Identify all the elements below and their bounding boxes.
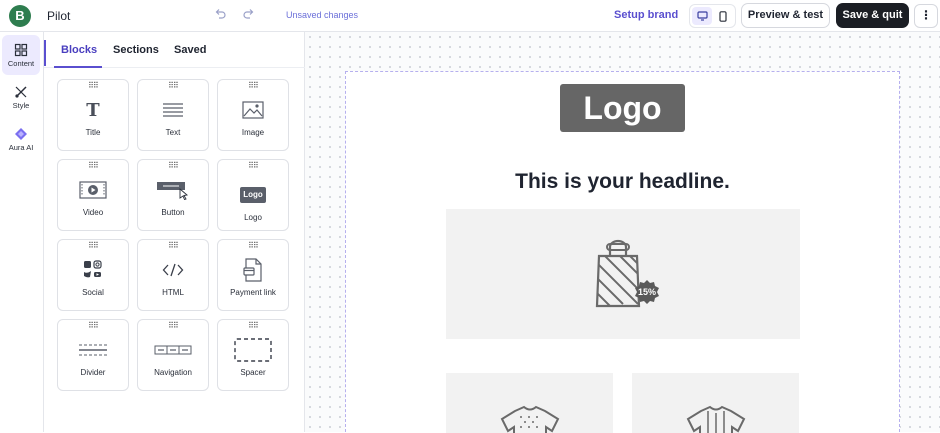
email-preview[interactable]: Logo This is your headline. 15% xyxy=(345,71,900,433)
brush-icon xyxy=(15,86,27,98)
logo-icon: Logo xyxy=(218,182,288,208)
drag-handle-icon[interactable]: ⠿⠿ xyxy=(248,322,259,330)
mobile-view-button[interactable] xyxy=(713,7,733,25)
text-icon xyxy=(138,97,208,123)
redo-icon[interactable] xyxy=(241,8,257,24)
block-navigation[interactable]: ⠿⠿ Navigation xyxy=(137,319,209,391)
shopping-bag-icon: 15% xyxy=(595,239,659,308)
rail-label: Style xyxy=(12,101,30,110)
rail-item-content[interactable]: Content xyxy=(2,35,40,75)
tshirt-icon xyxy=(500,405,559,433)
image-icon xyxy=(218,97,288,123)
tab-sections[interactable]: Sections xyxy=(113,44,159,56)
desktop-view-button[interactable] xyxy=(692,7,713,25)
block-text[interactable]: ⠿⠿ Text xyxy=(137,79,209,151)
video-icon xyxy=(58,177,128,203)
blocks-panel: Blocks Sections Saved ⠿⠿ T Title ⠿⠿ Text… xyxy=(44,32,305,432)
product-image-2[interactable] xyxy=(632,373,799,433)
app-name: Pilot xyxy=(47,9,71,23)
device-toggle xyxy=(689,4,736,28)
rail-label: Aura AI xyxy=(8,143,34,152)
navigation-icon xyxy=(138,337,208,363)
diamond-icon xyxy=(15,128,27,140)
code-icon xyxy=(138,257,208,283)
drag-handle-icon[interactable]: ⠿⠿ xyxy=(168,82,179,90)
block-html[interactable]: ⠿⠿ HTML xyxy=(137,239,209,311)
tab-blocks[interactable]: Blocks xyxy=(61,44,97,56)
social-icon xyxy=(58,257,128,283)
tshirt-icon xyxy=(686,405,745,433)
more-options-button[interactable]: ⋮ xyxy=(914,4,938,28)
left-rail: Content Style Aura AI xyxy=(0,32,44,432)
block-social[interactable]: ⠿⠿ Social xyxy=(57,239,129,311)
block-divider[interactable]: ⠿⠿ Divider xyxy=(57,319,129,391)
mobile-icon xyxy=(719,10,727,22)
drag-handle-icon[interactable]: ⠿⠿ xyxy=(88,242,99,250)
drag-handle-icon[interactable]: ⠿⠿ xyxy=(88,322,99,330)
drag-handle-icon[interactable]: ⠿⠿ xyxy=(248,242,259,250)
discount-badge: 15% xyxy=(638,287,656,297)
block-logo[interactable]: ⠿⠿ Logo Logo xyxy=(217,159,289,231)
drag-handle-icon[interactable]: ⠿⠿ xyxy=(168,242,179,250)
rail-label: Content xyxy=(7,59,35,68)
grid-icon xyxy=(14,43,28,57)
rail-item-style[interactable]: Style xyxy=(2,77,40,117)
title-icon: T xyxy=(86,99,100,121)
button-icon xyxy=(138,177,208,203)
desktop-icon xyxy=(697,11,708,21)
save-status: Unsaved changes xyxy=(286,10,359,20)
spacer-icon xyxy=(218,337,288,363)
tab-saved[interactable]: Saved xyxy=(174,44,206,56)
block-spacer[interactable]: ⠿⠿ Spacer xyxy=(217,319,289,391)
editor-canvas[interactable]: Logo This is your headline. 15% xyxy=(305,32,940,433)
rail-item-aura-ai[interactable]: Aura AI xyxy=(2,119,40,159)
drag-handle-icon[interactable]: ⠿⠿ xyxy=(168,162,179,170)
drag-handle-icon[interactable]: ⠿⠿ xyxy=(248,82,259,90)
hero-image[interactable]: 15% xyxy=(446,209,800,339)
undo-icon[interactable] xyxy=(212,8,228,24)
top-bar: B Pilot Unsaved changes Setup brand Prev… xyxy=(0,0,940,32)
block-button[interactable]: ⠿⠿ Button xyxy=(137,159,209,231)
drag-handle-icon[interactable]: ⠿⠿ xyxy=(248,162,259,170)
product-image-1[interactable] xyxy=(446,373,613,433)
block-title[interactable]: ⠿⠿ T Title xyxy=(57,79,129,151)
brand-logo[interactable]: B xyxy=(9,5,31,27)
drag-handle-icon[interactable]: ⠿⠿ xyxy=(168,322,179,330)
drag-handle-icon[interactable]: ⠿⠿ xyxy=(88,82,99,90)
setup-brand-link[interactable]: Setup brand xyxy=(614,9,678,21)
block-payment-link[interactable]: ⠿⠿ Payment link xyxy=(217,239,289,311)
drag-handle-icon[interactable]: ⠿⠿ xyxy=(88,162,99,170)
payment-link-icon xyxy=(218,257,288,283)
block-video[interactable]: ⠿⠿ Video xyxy=(57,159,129,231)
block-image[interactable]: ⠿⠿ Image xyxy=(217,79,289,151)
email-headline[interactable]: This is your headline. xyxy=(346,170,899,194)
divider-icon xyxy=(58,337,128,363)
panel-tabs: Blocks Sections Saved xyxy=(44,32,305,68)
save-quit-button[interactable]: Save & quit xyxy=(836,3,909,28)
preview-test-button[interactable]: Preview & test xyxy=(741,3,830,28)
email-logo[interactable]: Logo xyxy=(560,84,685,132)
